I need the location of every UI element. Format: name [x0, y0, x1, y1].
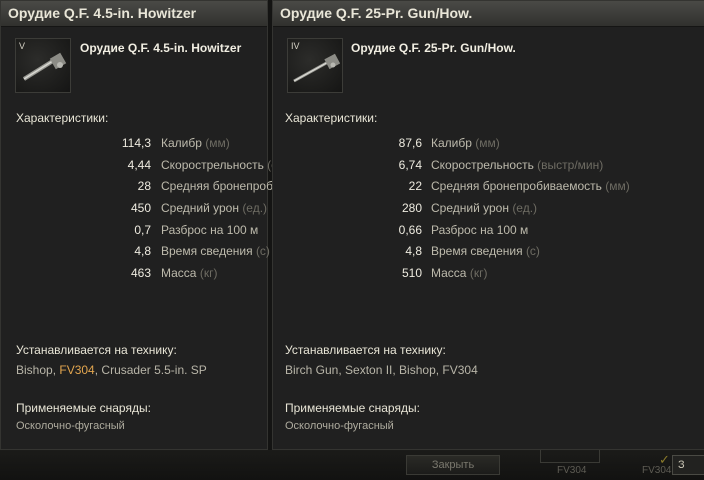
stat-value: 4,8 [134, 244, 151, 258]
stat-row: 450 Средний урон (ед.) [1, 201, 269, 221]
gun-name: Орудие Q.F. 4.5-in. Howitzer [80, 41, 242, 55]
stat-value: 114,3 [121, 136, 151, 150]
stat-value: 450 [130, 201, 151, 215]
tier-label: V [19, 41, 26, 51]
stat-label: Средний урон (ед.) [161, 201, 268, 215]
background-button[interactable]: З [672, 455, 704, 475]
stat-row: 87,6 Калибр (мм) [273, 136, 704, 156]
vehicle-slot-label: FV304 [557, 465, 587, 476]
howitzer-icon [22, 52, 67, 81]
stat-value: 280 [401, 201, 422, 215]
vehicle-slot [540, 450, 600, 463]
characteristics-label: Характеристики: [285, 111, 378, 125]
stat-row: 4,8 Время сведения (с) [273, 244, 704, 264]
field-gun-icon [293, 53, 340, 83]
vehicle-list: Birch Gun, Sexton II, Bishop, FV304 [285, 363, 478, 377]
stat-row: 463 Масса (кг) [1, 266, 269, 286]
stat-value: 87,6 [398, 136, 422, 150]
gun-name: Орудие Q.F. 25-Pr. Gun/How. [351, 41, 516, 55]
characteristics-label: Характеристики: [16, 111, 109, 125]
stat-label: Разброс на 100 м [161, 223, 259, 237]
stat-label: Скорострельность (с [161, 158, 277, 172]
stat-value: 510 [401, 266, 422, 280]
stat-label: Скорострельность (выстр/мин) [431, 158, 604, 172]
gun-icon: IV [287, 38, 343, 93]
tier-label: IV [291, 41, 300, 51]
tooltip-title: Орудие Q.F. 4.5-in. Howitzer [1, 1, 267, 27]
stat-row: 0,7 Разброс на 100 м [1, 223, 269, 243]
ammo-type: Осколочно-фугасный [16, 420, 125, 432]
gun-tooltip-right: Орудие Q.F. 25-Pr. Gun/How. IV Орудие Q.… [272, 0, 704, 450]
stat-label: Масса (кг) [161, 266, 218, 280]
installed-on-label: Устанавливается на технику: [285, 343, 446, 357]
stat-label: Калибр (мм) [161, 136, 230, 150]
ammo-label: Применяемые снаряды: [285, 401, 420, 415]
stat-row: 510 Масса (кг) [273, 266, 704, 286]
stat-value: 6,74 [398, 158, 422, 172]
vehicle-slot-label: FV304 [642, 465, 672, 476]
stat-value: 0,7 [134, 223, 151, 237]
installed-on-label: Устанавливается на технику: [16, 343, 177, 357]
stat-row: 114,3 Калибр (мм) [1, 136, 269, 156]
stat-label: Средняя бронепроби [161, 179, 280, 193]
tooltip-title: Орудие Q.F. 25-Pr. Gun/How. [273, 1, 704, 27]
gun-icon: V [15, 38, 71, 93]
gun-tooltip-left: Орудие Q.F. 4.5-in. Howitzer V Орудие Q.… [0, 0, 280, 450]
stat-label: Средняя бронепробиваемость (мм) [431, 179, 630, 193]
stat-label: Средний урон (ед.) [431, 201, 538, 215]
stat-value: 22 [408, 179, 422, 193]
stat-label: Время сведения (с) [161, 244, 270, 258]
vehicle-list: Bishop, FV304, Crusader 5.5-in. SP [16, 363, 207, 377]
stat-value: 4,44 [127, 158, 151, 172]
ammo-type: Осколочно-фугасный [285, 420, 394, 432]
stat-row: 22 Средняя бронепробиваемость (мм) [273, 179, 704, 199]
stat-value: 463 [130, 266, 151, 280]
stat-row: 4,8 Время сведения (с) [1, 244, 270, 264]
stat-value: 0,66 [398, 223, 422, 237]
stat-label: Масса (кг) [431, 266, 488, 280]
close-button[interactable]: Закрыть [406, 455, 500, 475]
stat-label: Время сведения (с) [431, 244, 540, 258]
stat-row: 28 Средняя бронепроби [1, 179, 280, 199]
stat-value: 4,8 [405, 244, 422, 258]
stat-value: 28 [137, 179, 151, 193]
current-vehicle: FV304 [59, 363, 95, 377]
ammo-label: Применяемые снаряды: [16, 401, 151, 415]
stat-row: 0,66 Разброс на 100 м [273, 223, 704, 243]
stat-row: 6,74 Скорострельность (выстр/мин) [273, 158, 704, 178]
stat-row: 280 Средний урон (ед.) [273, 201, 704, 221]
stat-label: Калибр (мм) [431, 136, 500, 150]
stat-row: 4,44 Скорострельность (с [1, 158, 278, 178]
stat-label: Разброс на 100 м [431, 223, 529, 237]
